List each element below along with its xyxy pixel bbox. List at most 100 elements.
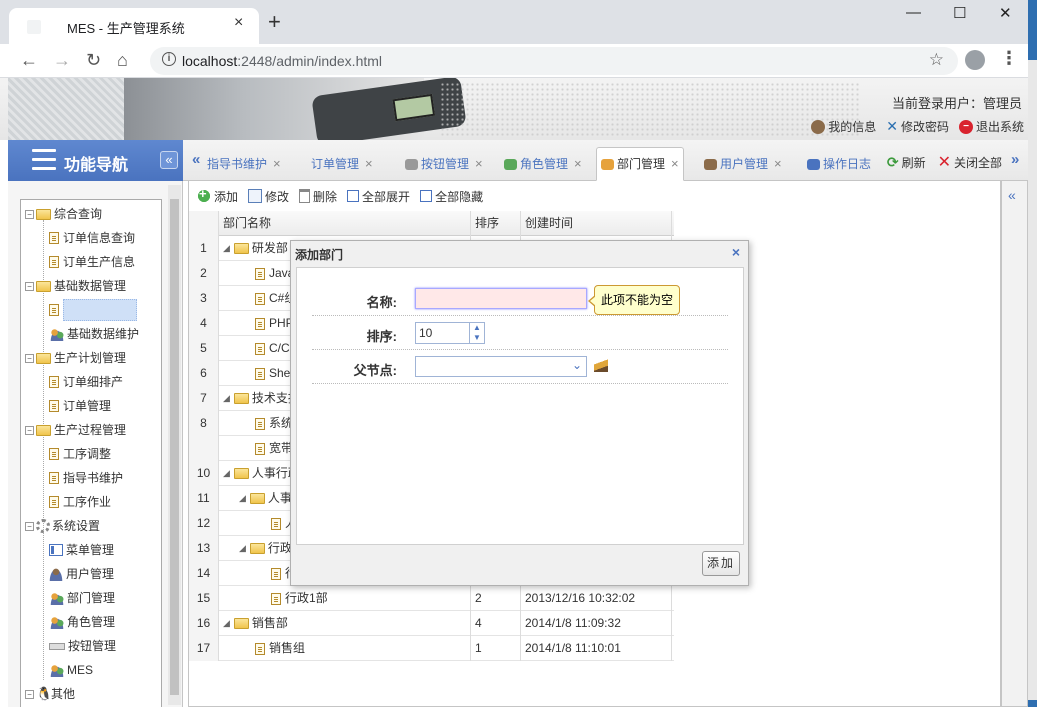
tree-toggle-icon[interactable]: − xyxy=(25,281,34,291)
close-all-button[interactable]: ✕ 关闭全部 xyxy=(938,152,1002,172)
row-number: 15 xyxy=(189,586,219,611)
tree-toggle-icon[interactable]: − xyxy=(25,521,34,531)
column-header-name[interactable]: 部门名称 xyxy=(219,211,471,236)
nav-item[interactable]: 基础数据维护 xyxy=(49,324,139,344)
nav-item[interactable]: − 综合查询 xyxy=(25,204,102,224)
tab-item[interactable]: 按钮管理 × xyxy=(401,147,487,181)
browser-menu-icon[interactable]: ⋮ xyxy=(1000,48,1018,69)
nav-item[interactable]: 指导书维护 xyxy=(49,468,123,488)
profile-icon[interactable] xyxy=(965,50,985,70)
add-button[interactable]: 添加 xyxy=(197,186,238,205)
dialog-add-button[interactable]: 添加 xyxy=(702,551,740,576)
back-icon[interactable]: ← xyxy=(20,50,38,71)
sort-value: 10 xyxy=(419,326,433,340)
nav-item[interactable]: 订单信息查询 xyxy=(49,228,135,248)
tab-close-icon[interactable]: × xyxy=(273,149,281,179)
clear-broom-icon[interactable] xyxy=(594,356,608,372)
dialog-footer: 添加 xyxy=(296,545,744,583)
name-input[interactable] xyxy=(415,288,587,309)
row-number: 7 xyxy=(189,386,219,411)
tabs-scroll-right-icon[interactable]: » xyxy=(1011,151,1019,168)
tab-close-icon[interactable]: × xyxy=(774,149,782,179)
tab-close-icon[interactable]: × xyxy=(574,149,582,179)
nav-scrollbar[interactable] xyxy=(168,185,181,705)
minimize-icon[interactable]: — xyxy=(906,4,921,21)
logout-link[interactable]: − 退出系统 xyxy=(958,118,1024,135)
stepper-arrows-icon[interactable]: ▲ ▼ xyxy=(469,323,484,343)
refresh-button[interactable]: ⟳ 刷新 xyxy=(887,152,926,172)
nav-item[interactable]: − 生产过程管理 xyxy=(25,420,126,440)
reload-icon[interactable]: ↻ xyxy=(86,50,101,71)
column-header-time[interactable]: 创建时间 xyxy=(521,211,672,236)
tab-close-icon[interactable]: × xyxy=(475,149,483,179)
tree-toggle-icon[interactable]: − xyxy=(25,209,34,219)
header-banner-image xyxy=(8,78,126,140)
nav-item[interactable]: 按钮管理 xyxy=(49,636,116,656)
expand-triangle-icon[interactable]: ◢ xyxy=(223,236,230,261)
tab-close-icon[interactable]: × xyxy=(671,149,679,179)
chevron-down-icon[interactable]: ⌄ xyxy=(572,358,582,372)
expand-all-button[interactable]: 全部展开 xyxy=(347,188,410,205)
nav-item[interactable]: 工艺流程维护 xyxy=(49,299,138,321)
nav-item[interactable]: 用户管理 xyxy=(49,564,114,584)
tree-toggle-icon[interactable]: − xyxy=(25,425,34,435)
nav-item[interactable]: − 系统设置 xyxy=(25,516,100,536)
parent-node-select[interactable]: ⌄ xyxy=(415,356,587,377)
table-row[interactable]: 17 销售组 1 2014/1/8 11:10:01 xyxy=(189,636,674,661)
nav-item[interactable]: − 生产计划管理 xyxy=(25,348,126,368)
delete-button[interactable]: 删除 xyxy=(299,188,337,205)
nav-item[interactable]: 部门管理 xyxy=(49,588,115,608)
nav-item[interactable]: 订单管理 xyxy=(49,396,111,416)
tab-item[interactable]: 用户管理 × xyxy=(700,147,786,181)
tab-close-icon[interactable]: × xyxy=(365,149,373,179)
nav-item[interactable]: 角色管理 xyxy=(49,612,115,632)
tab-item[interactable]: 角色管理 × xyxy=(500,147,586,181)
nav-item[interactable]: MES xyxy=(49,660,93,680)
tab-item[interactable]: 操作日志 xyxy=(803,147,875,181)
nav-item[interactable]: 订单细排产 xyxy=(49,372,123,392)
file-icon xyxy=(49,496,59,508)
bookmark-star-icon[interactable]: ☆ xyxy=(929,50,944,70)
tree-toggle-icon[interactable]: − xyxy=(25,689,34,699)
right-panel-collapse[interactable]: « xyxy=(1001,181,1028,707)
tab-item[interactable]: 指导书维护 × xyxy=(203,147,285,181)
maximize-icon[interactable]: ☐ xyxy=(953,4,966,22)
tabs-scroll-left-icon[interactable]: « xyxy=(192,151,200,168)
expand-triangle-icon[interactable]: ◢ xyxy=(223,461,230,486)
forward-icon[interactable]: → xyxy=(53,50,71,71)
new-tab-icon[interactable]: + xyxy=(268,11,281,33)
my-info-link[interactable]: 我的信息 xyxy=(811,118,876,135)
nav-item-label: 工艺流程维护 xyxy=(63,299,138,321)
expand-triangle-icon[interactable]: ◢ xyxy=(223,386,230,411)
sort-stepper[interactable]: 10 ▲ ▼ xyxy=(415,322,485,344)
expand-triangle-icon[interactable]: ◢ xyxy=(239,536,246,561)
menu-icon xyxy=(49,544,63,556)
tab-close-icon[interactable]: × xyxy=(234,14,243,32)
tab-label: 部门管理 xyxy=(617,157,666,171)
site-info-icon[interactable]: i xyxy=(162,52,176,66)
browser-tab[interactable]: MES - 生产管理系统 × xyxy=(9,8,259,44)
change-password-link[interactable]: ✕ 修改密码 xyxy=(886,118,949,135)
tree-toggle-icon[interactable]: − xyxy=(25,353,34,363)
expand-triangle-icon[interactable]: ◢ xyxy=(239,486,246,511)
url-field[interactable]: i localhost:2448/admin/index.html ☆ xyxy=(150,47,958,75)
collapse-all-button[interactable]: 全部隐藏 xyxy=(420,188,483,205)
window-close-icon[interactable]: ✕ xyxy=(999,4,1012,22)
edit-button[interactable]: 修改 xyxy=(248,188,289,205)
expand-triangle-icon[interactable]: ◢ xyxy=(223,611,230,636)
dialog-close-icon[interactable]: × xyxy=(732,244,740,260)
nav-item[interactable]: − 基础数据管理 xyxy=(25,276,126,296)
nav-item[interactable]: 订单生产信息 xyxy=(49,252,135,272)
nav-item[interactable]: 菜单管理 xyxy=(49,540,114,560)
home-icon[interactable]: ⌂ xyxy=(117,50,128,71)
table-row[interactable]: 16 ◢ 销售部 4 2014/1/8 11:09:32 xyxy=(189,611,674,636)
nav-item[interactable]: − 🐧 其他 xyxy=(25,684,75,704)
table-row[interactable]: 15 行政1部 2 2013/12/16 10:32:02 xyxy=(189,586,674,611)
tab-item[interactable]: 部门管理 × xyxy=(596,147,684,181)
expand-right-icon[interactable]: « xyxy=(1008,187,1016,203)
column-header-sort[interactable]: 排序 xyxy=(471,211,521,236)
nav-item[interactable]: 工序调整 xyxy=(49,444,111,464)
nav-item[interactable]: 工序作业 xyxy=(49,492,111,512)
tab-item[interactable]: 订单管理 × xyxy=(307,147,377,181)
nav-collapse-button[interactable]: « xyxy=(160,151,178,169)
